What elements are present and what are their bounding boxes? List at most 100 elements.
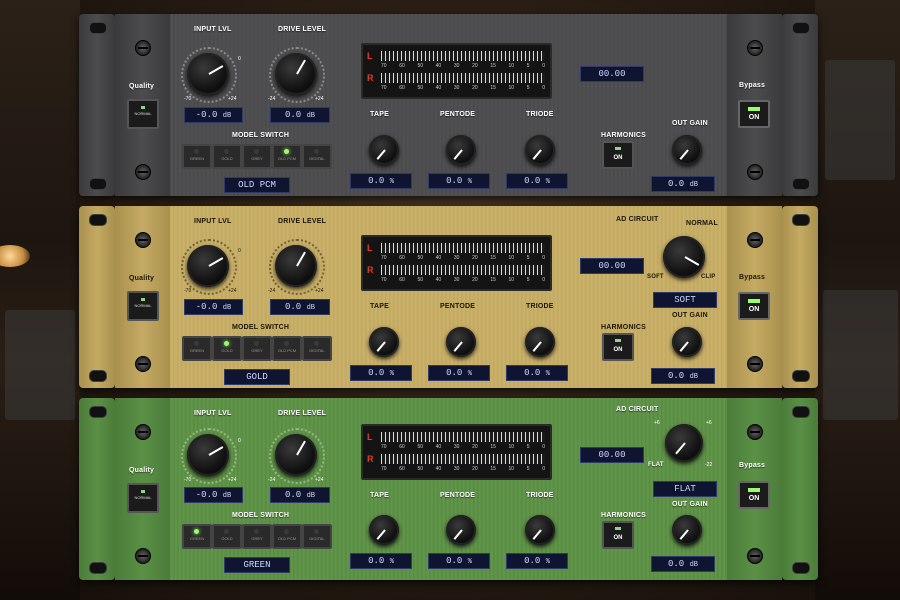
pentode-knob[interactable] <box>446 515 476 545</box>
ad-circuit-knob[interactable] <box>665 424 703 462</box>
model-button-gold[interactable]: GOLD <box>212 144 242 169</box>
harmonics-on-button[interactable]: ON <box>602 333 634 361</box>
harmonics-on-button[interactable]: ON <box>602 141 634 169</box>
model-button-gold[interactable]: GOLD <box>212 524 242 549</box>
rack-ear-left <box>79 206 115 388</box>
pentode-label: PENTODE <box>440 492 476 499</box>
pentode-knob[interactable] <box>446 135 476 165</box>
tape-display: 0.0 % <box>350 553 412 569</box>
rack-unit-green: Quality NORMAL INPUT LVL DRIVE LEVEL -70… <box>79 398 818 580</box>
tape-label: TAPE <box>370 492 389 499</box>
model-button-grey[interactable]: GREY <box>242 144 272 169</box>
background-gear <box>823 290 898 420</box>
model-button-grey[interactable]: GREY <box>242 336 272 361</box>
vu-meter: L R 70 60 50 40 30 20 15 10 5 0 70 60 50 40 30 20 15 10 5… <box>361 43 552 99</box>
out-gain-label: OUT GAIN <box>672 120 708 127</box>
triode-knob[interactable] <box>525 515 555 545</box>
drive-level-display: 0.0 dB <box>270 487 330 503</box>
out-gain-label: OUT GAIN <box>672 312 708 319</box>
model-button-green[interactable]: GREEN <box>182 524 212 549</box>
model-switch-label: MODEL SWITCH <box>232 132 290 139</box>
background-gear <box>5 310 75 420</box>
meter-value-display: 00.00 <box>580 447 644 463</box>
ad-circuit-label: AD CIRCUIT <box>616 216 659 223</box>
pentode-label: PENTODE <box>440 111 476 118</box>
harmonics-on-button[interactable]: ON <box>602 521 634 549</box>
rack-handle-right: Bypass ON <box>727 14 782 196</box>
input-lvl-label: INPUT LVL <box>194 218 232 225</box>
input-lvl-knob[interactable] <box>187 53 229 95</box>
bypass-label: Bypass <box>739 274 766 281</box>
pentode-knob[interactable] <box>446 327 476 357</box>
quality-button[interactable]: NORMAL <box>127 291 159 321</box>
ad-circuit-knob[interactable] <box>663 236 705 278</box>
tape-label: TAPE <box>370 111 389 118</box>
ad-flat-label: FLAT <box>648 462 664 468</box>
tape-knob[interactable] <box>369 515 399 545</box>
drive-level-knob[interactable] <box>275 245 317 287</box>
input-lvl-display: -0.0 dB <box>184 299 243 315</box>
meter-scale: 70 60 50 40 30 20 15 10 5 0 <box>381 63 545 69</box>
rack-ear-right <box>782 14 818 196</box>
ad-circuit-display: SOFT <box>653 292 717 308</box>
model-button-digital[interactable]: DIGITAL <box>302 524 332 549</box>
input-lvl-knob[interactable] <box>187 434 229 476</box>
quality-label: Quality <box>129 275 155 282</box>
triode-knob[interactable] <box>525 135 555 165</box>
front-panel: INPUT LVL DRIVE LEVEL -70 +24 0 -24 +24 … <box>170 206 727 388</box>
drive-level-label: DRIVE LEVEL <box>278 218 327 225</box>
rack-handle-left: Quality NORMAL <box>115 14 170 196</box>
tape-display: 0.0 % <box>350 365 412 381</box>
tape-knob[interactable] <box>369 135 399 165</box>
rack-ear-right <box>782 398 818 580</box>
model-button-old-pcm[interactable]: OLD PCM <box>272 524 302 549</box>
out-gain-display: 0.0 dB <box>651 176 715 192</box>
tape-label: TAPE <box>370 303 389 310</box>
quality-button[interactable]: NORMAL <box>127 99 159 129</box>
model-button-old-pcm[interactable]: OLD PCM <box>272 336 302 361</box>
model-button-gold[interactable]: GOLD <box>212 336 242 361</box>
triode-display: 0.0 % <box>506 173 568 189</box>
pentode-display: 0.0 % <box>428 553 490 569</box>
out-gain-knob[interactable] <box>672 515 702 545</box>
input-lvl-label: INPUT LVL <box>194 410 232 417</box>
model-button-old-pcm[interactable]: OLD PCM <box>272 144 302 169</box>
model-button-digital[interactable]: DIGITAL <box>302 336 332 361</box>
drive-level-label: DRIVE LEVEL <box>278 410 327 417</box>
tape-knob[interactable] <box>369 327 399 357</box>
input-lvl-label: INPUT LVL <box>194 26 232 33</box>
quality-button[interactable]: NORMAL <box>127 483 159 513</box>
triode-label: TRIODE <box>526 303 554 310</box>
meter-scale: 70 60 50 40 30 20 15 10 5 0 <box>381 444 545 450</box>
out-gain-knob[interactable] <box>672 135 702 165</box>
drive-level-knob[interactable] <box>275 53 317 95</box>
bypass-button[interactable]: ON <box>738 481 770 509</box>
bypass-button[interactable]: ON <box>738 100 770 128</box>
vu-meter: L R 70 60 50 40 30 20 15 10 5 0 70 60 50 40 30 20 15 10 5… <box>361 235 552 291</box>
model-button-grey[interactable]: GREY <box>242 524 272 549</box>
model-button-green[interactable]: GREEN <box>182 336 212 361</box>
ad-circuit-label: AD CIRCUIT <box>616 406 659 413</box>
bypass-button[interactable]: ON <box>738 292 770 320</box>
triode-display: 0.0 % <box>506 365 568 381</box>
rack-ear-left <box>79 14 115 196</box>
drive-level-knob[interactable] <box>275 434 317 476</box>
drive-level-display: 0.0 dB <box>270 299 330 315</box>
screw <box>135 164 151 180</box>
pentode-label: PENTODE <box>440 303 476 310</box>
bypass-label: Bypass <box>739 82 766 89</box>
meter-value-display: 00.00 <box>580 258 644 274</box>
model-button-green[interactable]: GREEN <box>182 144 212 169</box>
model-display: GOLD <box>224 369 290 385</box>
model-switch-label: MODEL SWITCH <box>232 324 290 331</box>
out-gain-knob[interactable] <box>672 327 702 357</box>
rack-ear-right <box>782 206 818 388</box>
model-button-digital[interactable]: DIGITAL <box>302 144 332 169</box>
drive-level-display: 0.0 dB <box>270 107 330 123</box>
ad-clip-label: CLIP <box>701 274 716 280</box>
harmonics-label: HARMONICS <box>601 324 646 331</box>
rack-unit-gold: Quality NORMAL INPUT LVL DRIVE LEVEL -70… <box>79 206 818 388</box>
input-lvl-knob[interactable] <box>187 245 229 287</box>
ad-normal-label: NORMAL <box>686 220 718 227</box>
triode-knob[interactable] <box>525 327 555 357</box>
